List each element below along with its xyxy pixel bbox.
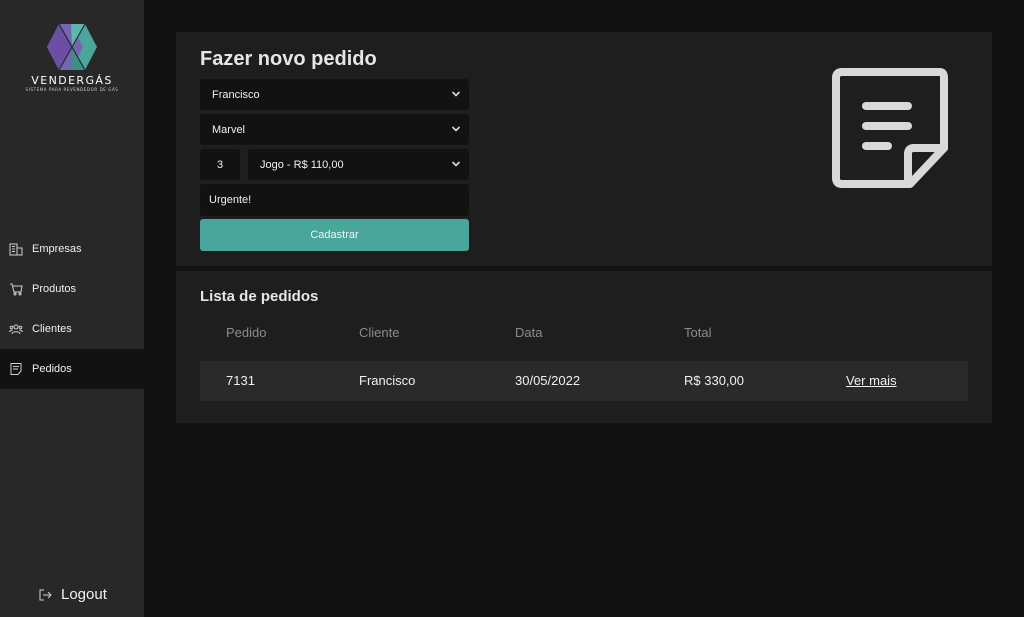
orders-list-title: Lista de pedidos (200, 288, 319, 305)
company-select-value: Francisco (212, 88, 260, 101)
new-order-card: Fazer novo pedido Francisco Marvel 3 Jog… (176, 32, 992, 266)
building-icon (9, 242, 23, 256)
order-id: 7131 (226, 373, 255, 388)
logout-label: Logout (61, 586, 107, 603)
cart-icon (9, 282, 23, 296)
order-client: Francisco (359, 373, 416, 388)
sidebar-item-pedidos[interactable]: Pedidos (0, 349, 144, 389)
column-header-pedido: Pedido (226, 325, 267, 340)
hexagon-logo-icon (47, 23, 97, 71)
brand-select-value: Marvel (212, 123, 246, 136)
brand-logo[interactable]: VENDERGÁS SISTEMA PARA REVENDEDOR DE GÁS (18, 22, 126, 96)
product-select-value: Jogo - R$ 110,00 (260, 158, 344, 171)
document-icon (9, 362, 23, 376)
column-header-data: Data (515, 325, 543, 340)
brand-tagline: SISTEMA PARA REVENDEDOR DE GÁS (25, 87, 119, 92)
chevron-down-icon (451, 91, 461, 97)
order-document-icon (832, 68, 948, 188)
column-header-total: Total (684, 325, 712, 340)
sidebar: VENDERGÁS SISTEMA PARA REVENDEDOR DE GÁS… (0, 0, 144, 617)
logout-icon (38, 588, 52, 602)
order-total: R$ 330,00 (684, 373, 744, 388)
company-select[interactable]: Francisco (200, 79, 469, 110)
sidebar-item-label: Empresas (32, 243, 82, 255)
users-icon (9, 322, 23, 336)
quantity-input[interactable]: 3 (200, 149, 240, 180)
page-title: Fazer novo pedido (200, 48, 377, 70)
sidebar-item-label: Pedidos (32, 363, 72, 375)
brand-select[interactable]: Marvel (200, 114, 469, 145)
column-header-cliente: Cliente (359, 325, 400, 340)
sidebar-item-empresas[interactable]: Empresas (0, 229, 144, 269)
note-input[interactable]: Urgente! (200, 184, 469, 216)
order-date: 30/05/2022 (515, 373, 581, 388)
brand-name: VENDERGÁS (31, 74, 113, 87)
logout-button[interactable]: Logout (38, 586, 107, 603)
sidebar-item-label: Produtos (32, 283, 77, 295)
sidebar-item-clientes[interactable]: Clientes (0, 309, 144, 349)
sidebar-item-produtos[interactable]: Produtos (0, 269, 144, 309)
sidebar-nav: Empresas Produtos Clientes Pedidos (0, 229, 144, 389)
product-select[interactable]: Jogo - R$ 110,00 (248, 149, 469, 180)
chevron-down-icon (451, 161, 461, 167)
submit-order-button[interactable]: Cadastrar (200, 219, 469, 251)
table-row: 7131 Francisco 30/05/2022 R$ 330,00 Ver … (200, 361, 968, 401)
view-more-link[interactable]: Ver mais (846, 373, 897, 388)
orders-list-card: Lista de pedidos Pedido Cliente Data Tot… (176, 271, 992, 423)
sidebar-item-label: Clientes (32, 323, 72, 335)
chevron-down-icon (451, 126, 461, 132)
